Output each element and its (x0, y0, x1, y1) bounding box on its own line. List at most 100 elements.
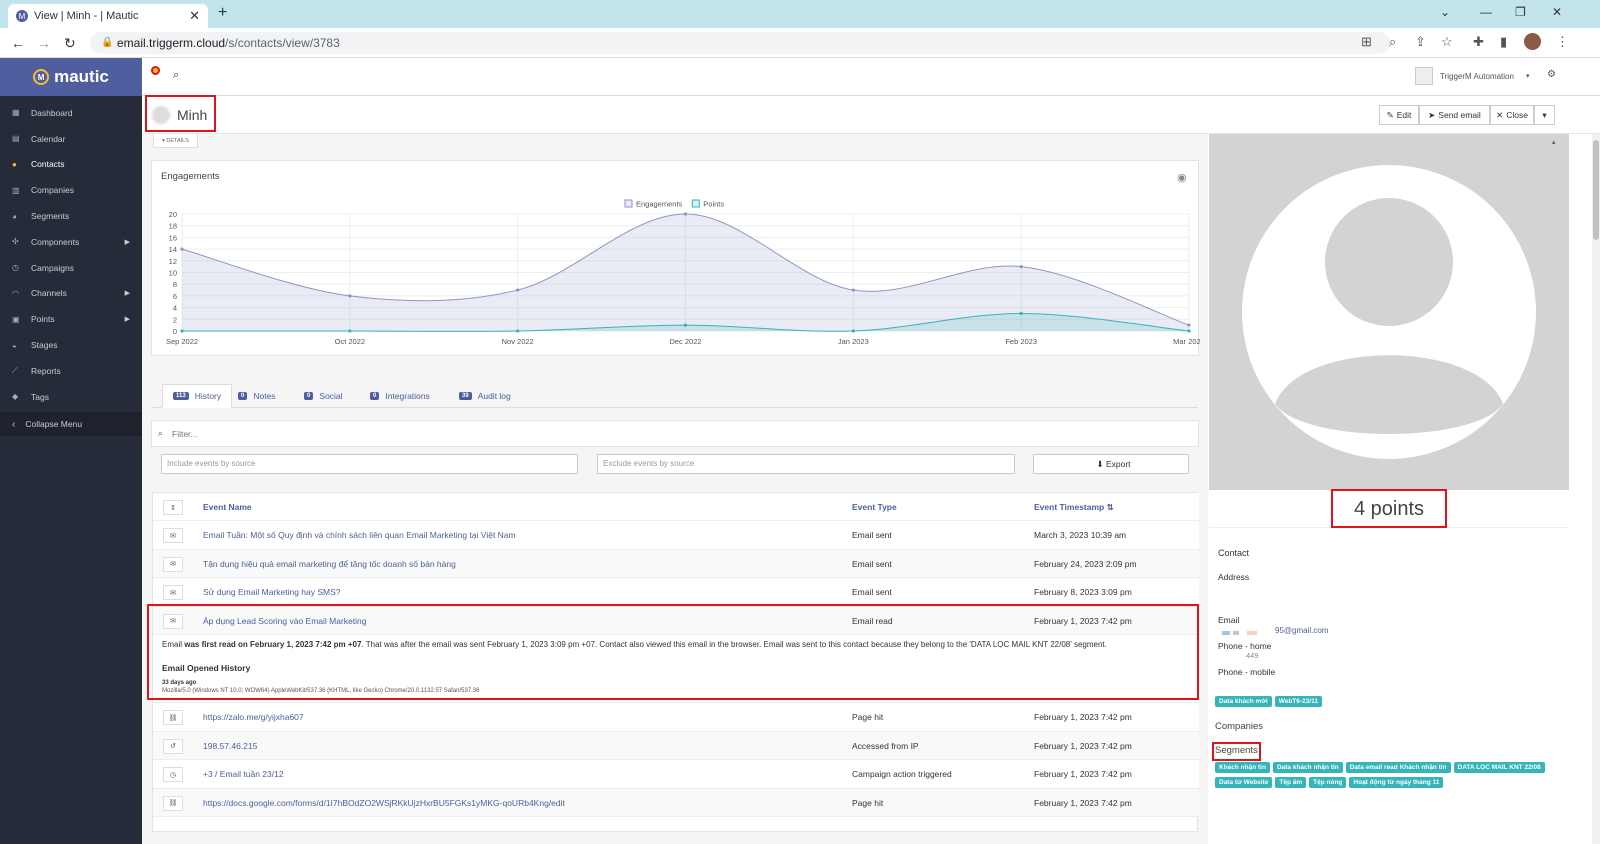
tab-integrations[interactable]: 0 Integrations (370, 384, 430, 408)
mautic-logo[interactable]: M mautic (0, 58, 142, 96)
edit-button[interactable]: ✎ Edit (1379, 105, 1419, 125)
segment-badge[interactable]: Tệp ấm (1275, 777, 1307, 788)
extensions-icon[interactable]: ✚ (1473, 34, 1484, 50)
export-button[interactable]: ⬇ Export (1033, 454, 1189, 474)
envelope-icon[interactable]: ✉ (163, 585, 183, 600)
event-name-link[interactable]: Tận dụng hiệu quả email marketing để tăn… (203, 550, 833, 578)
forward-icon[interactable]: → (37, 35, 51, 51)
collapse-menu-button[interactable]: ‹ Collapse Menu (0, 412, 142, 436)
history-icon[interactable]: ↺ (163, 738, 183, 754)
sidebar-item-companies[interactable]: ▥ Companies (0, 177, 142, 203)
profile-avatar[interactable] (1524, 33, 1541, 50)
toggle-all-button[interactable]: ⇕ (163, 500, 183, 515)
details-toggle[interactable]: ▾ DETAILS (153, 134, 198, 148)
table-row[interactable]: ⛓ https://zalo.me/g/yijxha607 Page hit Febr… (153, 703, 1199, 732)
event-name-link[interactable]: https://zalo.me/g/yijxha607 (203, 703, 833, 731)
segment-badge[interactable]: Hoạt động từ ngày tháng 11 (1349, 777, 1444, 788)
chevron-right-icon: ▶ (124, 316, 130, 324)
sidebar-item-segments[interactable]: ◕ Segments (0, 203, 142, 229)
minimize-icon[interactable]: — (1480, 5, 1492, 19)
clock-icon[interactable]: ◷ (163, 767, 183, 782)
notifications-icon[interactable] (151, 66, 160, 75)
sidebar-item-reports[interactable]: ⟋ Reports (0, 358, 142, 384)
sidebar-item-contacts[interactable]: ● Contacts (0, 152, 142, 178)
close-button[interactable]: ✕ Close (1490, 105, 1534, 125)
more-actions-button[interactable]: ▾ (1534, 105, 1555, 125)
tab-audit-log[interactable]: 39 Audit log (459, 384, 511, 408)
sidebar-item-channels[interactable]: ◠ Channels ▶ (0, 281, 142, 307)
link-icon[interactable]: ⛓ (163, 710, 183, 725)
new-tab-icon[interactable]: + (218, 4, 227, 22)
x-tick-label: Nov 2022 (502, 337, 534, 346)
tab-social[interactable]: 0 Social (304, 384, 343, 408)
segment-badge[interactable]: DATA LỌC MAIL KNT 22/08 (1453, 762, 1545, 773)
sidebar-item-dashboard[interactable]: ▦ Dashboard (0, 100, 142, 126)
browser-tab[interactable]: M View | Minh - | Mautic ✕ (8, 4, 208, 28)
filter-input[interactable] (172, 425, 572, 443)
x-tick-label: Jan 2023 (838, 337, 869, 346)
segment-badge[interactable]: Khách nhận tin (1215, 762, 1270, 773)
caret-down-icon[interactable]: ▾ (1526, 72, 1530, 80)
user-name[interactable]: TriggerM Automation (1440, 72, 1514, 81)
sidebar-item-calendar[interactable]: ▤ Calendar (0, 126, 142, 152)
phone-mobile-label: Phone - mobile (1218, 667, 1276, 677)
sidebar-item-points[interactable]: ▣ Points ▶ (0, 306, 142, 332)
zoom-icon[interactable]: ⌕ (1389, 34, 1396, 50)
data-point-engagements (851, 288, 855, 292)
tag-badge[interactable]: Data khách mới (1215, 696, 1272, 707)
segment-badge[interactable]: Tệp nóng (1309, 777, 1347, 788)
translate-icon[interactable]: ⊞ (1361, 34, 1372, 50)
url-field[interactable]: 🔒 email.triggerm.cloud/s/contacts/view/3… (90, 32, 1390, 54)
sidebar-item-tags[interactable]: ◆ Tags (0, 384, 142, 410)
table-row[interactable]: ↺ 198.57.46.215 Accessed from IP February 1… (153, 731, 1199, 760)
table-row[interactable]: ⛓ https://docs.google.com/forms/d/1I7hBOd… (153, 788, 1199, 817)
event-timestamp: March 3, 2023 10:39 am (1034, 530, 1127, 540)
col-event-name[interactable]: Event Name (203, 493, 252, 521)
event-name-link[interactable]: Email Tuần: Một số Quy định và chính sác… (203, 521, 833, 549)
col-event-type[interactable]: Event Type (852, 493, 897, 521)
back-icon[interactable]: ← (11, 35, 25, 51)
bookmark-star-icon[interactable]: ☆ (1441, 34, 1453, 50)
page-scrollbar[interactable] (1592, 134, 1600, 844)
segment-badge[interactable]: Data khách nhận tin (1272, 762, 1343, 773)
search-icon[interactable]: ⌕ (173, 69, 179, 82)
email-value[interactable]: 95@gmail.com (1275, 626, 1328, 635)
reload-icon[interactable]: ↻ (64, 35, 76, 52)
segment-badge[interactable]: Data email read Khách nhận tin (1345, 762, 1451, 773)
browser-menu-icon[interactable]: ⋮ (1556, 34, 1569, 50)
include-source-input[interactable]: Include events by source (161, 454, 578, 474)
sidebar-item-stages[interactable]: ◒ Stages (0, 332, 142, 358)
table-row[interactable]: ✉ Sử dụng Email Marketing hay SMS? Email s… (153, 578, 1199, 607)
sidebar-item-components[interactable]: ✣ Components ▶ (0, 229, 142, 255)
calculator-icon: ▣ (12, 314, 20, 324)
envelope-icon[interactable]: ✉ (163, 556, 183, 572)
table-row[interactable]: ✉ Tận dụng hiệu quả email marketing để tă… (153, 549, 1199, 578)
scrollbar-thumb[interactable] (1593, 140, 1599, 240)
restore-icon[interactable]: ❐ (1515, 5, 1526, 19)
engagements-chart: 0 2 4 6 8 10 12 14 16 18 20 Sep 2022 Oct 2022 Nov 202… (166, 199, 1200, 346)
scroll-up-icon[interactable]: ▴ (1552, 138, 1556, 146)
tag-badge[interactable]: WebT6-23/11 (1274, 696, 1322, 707)
table-row[interactable]: ✉ Email Tuần: Một số Quy định và chính sá… (153, 521, 1199, 550)
close-tab-icon[interactable]: ✕ (189, 8, 200, 24)
event-name-link[interactable]: 198.57.46.215 (203, 732, 833, 760)
window-close-icon[interactable]: ✕ (1552, 5, 1562, 19)
tab-search-icon[interactable]: ⌄ (1440, 5, 1450, 19)
gear-icon[interactable]: ⚙ (1547, 69, 1556, 80)
segment-badge[interactable]: Data từ Website (1215, 777, 1273, 788)
envelope-icon[interactable]: ✉ (163, 528, 183, 543)
side-panel-icon[interactable]: ▮ (1500, 34, 1507, 50)
tab-notes[interactable]: 0 Notes (238, 384, 276, 408)
share-icon[interactable]: ⇪ (1415, 34, 1426, 50)
col-event-timestamp[interactable]: Event Timestamp ⇅ (1034, 493, 1114, 521)
sidebar-item-campaigns[interactable]: ◷ Campaigns (0, 255, 142, 281)
send-email-button[interactable]: ➤ Send email (1419, 105, 1490, 125)
user-avatar[interactable] (1415, 67, 1433, 85)
exclude-source-input[interactable]: Exclude events by source (597, 454, 1015, 474)
event-name-link[interactable]: Sử dụng Email Marketing hay SMS? (203, 578, 833, 606)
tab-history[interactable]: 113 History (162, 384, 233, 408)
table-row[interactable]: ◷ +3 / Email tuần 23/12 Campaign action tr… (153, 760, 1199, 789)
event-name-link[interactable]: +3 / Email tuần 23/12 (203, 760, 833, 788)
link-icon[interactable]: ⛓ (163, 795, 183, 811)
event-name-link[interactable]: https://docs.google.com/forms/d/1I7hBOdZ… (203, 789, 833, 817)
